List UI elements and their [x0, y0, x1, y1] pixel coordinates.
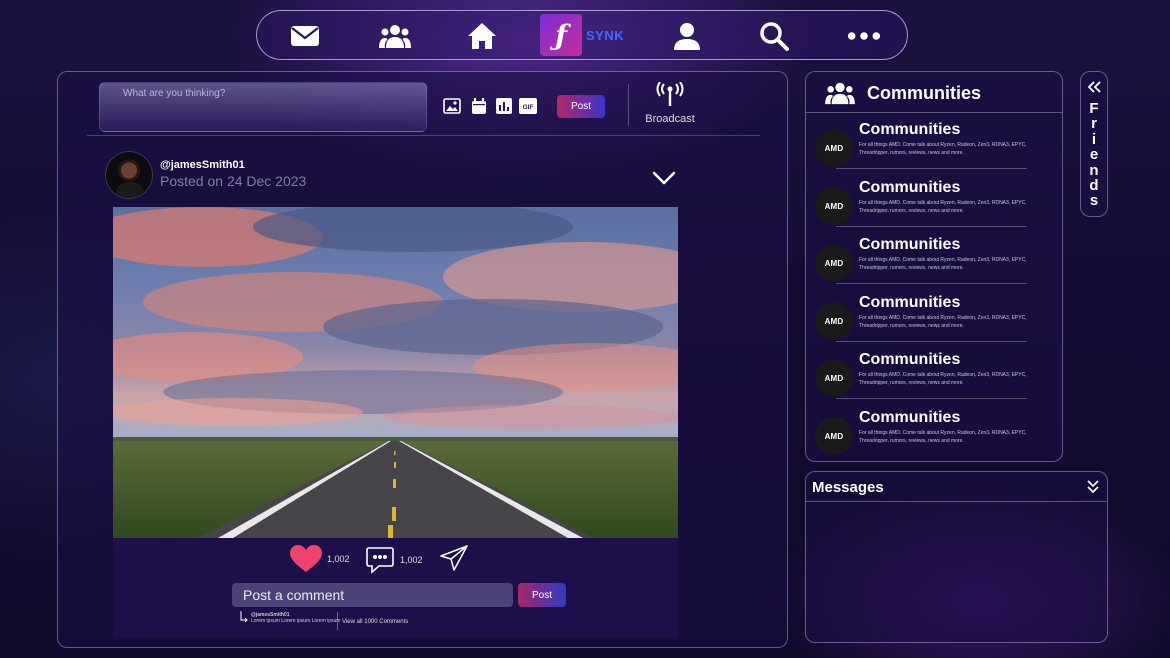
- community-description: For all things AMD. Come talk about Ryze…: [859, 315, 1027, 329]
- community-title: Communities: [859, 236, 961, 253]
- community-title: Communities: [859, 121, 961, 138]
- composer-divider: [628, 84, 629, 126]
- profile-icon[interactable]: [670, 19, 704, 53]
- home-icon[interactable]: [465, 19, 499, 53]
- community-description: For all things AMD. Come talk about Ryze…: [859, 200, 1027, 214]
- composer-placeholder: What are you thinking?: [123, 88, 226, 99]
- brand-name: SYNK: [586, 28, 625, 43]
- double-chevron-left-icon[interactable]: [1087, 80, 1101, 94]
- friends-letter: s: [1089, 192, 1099, 210]
- friends-letter: r: [1091, 115, 1097, 133]
- calendar-icon[interactable]: [470, 97, 488, 115]
- friends-letter: n: [1089, 161, 1099, 179]
- friends-letter: e: [1089, 146, 1099, 164]
- community-description: For all things AMD. Come talk about Ryze…: [859, 372, 1027, 386]
- community-item[interactable]: AMD Communities For all things AMD. Come…: [815, 351, 1055, 403]
- community-divider: [836, 283, 1027, 284]
- community-item[interactable]: AMD Communities For all things AMD. Come…: [815, 121, 1055, 173]
- broadcast-button[interactable]: Broadcast: [642, 81, 698, 125]
- reply-text: Lorem ipsum Lorem ipsum Lorem ipsum: [251, 618, 341, 624]
- amd-logo: AMD: [815, 417, 853, 455]
- view-all-comments-link[interactable]: View all 1000 Comments: [342, 619, 408, 625]
- community-item[interactable]: AMD Communities For all things AMD. Come…: [815, 179, 1055, 231]
- broadcast-icon: [656, 81, 684, 106]
- comment-bubble-icon: [366, 547, 394, 574]
- gif-icon[interactable]: GIF: [519, 97, 537, 115]
- community-title: Communities: [859, 351, 961, 368]
- broadcast-label: Broadcast: [645, 113, 695, 125]
- image-icon[interactable]: [443, 97, 461, 115]
- comment-post-button[interactable]: Post: [518, 583, 566, 607]
- communities-title: Communities: [867, 82, 982, 103]
- mail-icon[interactable]: [288, 19, 322, 53]
- community-divider: [836, 168, 1027, 169]
- post-image[interactable]: [113, 207, 678, 538]
- avatar[interactable]: [105, 151, 153, 199]
- community-item[interactable]: AMD Communities For all things AMD. Come…: [815, 236, 1055, 288]
- community-title: Communities: [859, 409, 961, 426]
- chevron-down-icon[interactable]: [652, 168, 676, 188]
- community-description: For all things AMD. Come talk about Ryze…: [859, 430, 1027, 444]
- comment-count: 1,002: [400, 555, 423, 565]
- heart-icon: [290, 545, 322, 572]
- gif-label: GIF: [523, 104, 534, 111]
- share-button[interactable]: [440, 545, 468, 571]
- friends-letter: d: [1089, 177, 1099, 195]
- post-username[interactable]: @jamesSmith01: [160, 159, 245, 171]
- amd-logo: AMD: [815, 302, 853, 340]
- community-divider: [836, 226, 1027, 227]
- friends-letter: i: [1091, 130, 1097, 148]
- amd-logo: AMD: [815, 129, 853, 167]
- community-title: Communities: [859, 179, 961, 196]
- community-description: For all things AMD. Come talk about Ryze…: [859, 142, 1027, 156]
- comment-input[interactable]: [232, 583, 513, 607]
- like-count: 1,002: [327, 554, 350, 564]
- synk-logo[interactable]: ƒ: [540, 14, 582, 56]
- like-button[interactable]: 1,002: [290, 545, 350, 573]
- amd-logo: AMD: [815, 187, 853, 225]
- feed-divider: [87, 135, 760, 136]
- messages-divider: [806, 501, 1107, 502]
- top-nav-bar: ƒ SYNK: [256, 10, 908, 60]
- composer-post-button[interactable]: Post: [557, 95, 605, 118]
- messages-panel: [805, 471, 1108, 643]
- reply-preview: @jamesSmith01 Lorem ipsum Lorem ipsum Lo…: [251, 612, 340, 624]
- users-icon[interactable]: [378, 19, 412, 53]
- amd-logo: AMD: [815, 359, 853, 397]
- community-item[interactable]: AMD Communities For all things AMD. Come…: [815, 294, 1055, 346]
- community-item[interactable]: AMD Communities For all things AMD. Come…: [815, 409, 1055, 461]
- community-divider: [836, 398, 1027, 399]
- users-icon: [825, 82, 855, 105]
- double-chevron-down-icon[interactable]: [1086, 479, 1100, 495]
- messages-title: Messages: [812, 479, 884, 496]
- send-icon: [440, 545, 468, 571]
- post-date: Posted on 24 Dec 2023: [160, 173, 307, 189]
- reply-divider: [337, 612, 338, 630]
- communities-header: Communities: [825, 80, 981, 106]
- post-composer[interactable]: What are you thinking?: [99, 82, 427, 132]
- search-icon[interactable]: [757, 19, 791, 53]
- poll-icon[interactable]: [495, 97, 513, 115]
- communities-divider: [806, 112, 1062, 113]
- community-description: For all things AMD. Come talk about Ryze…: [859, 257, 1027, 271]
- amd-logo: AMD: [815, 244, 853, 282]
- more-icon[interactable]: [847, 19, 881, 53]
- comment-button[interactable]: 1,002: [365, 546, 423, 574]
- community-title: Communities: [859, 294, 961, 311]
- community-divider: [836, 341, 1027, 342]
- reply-arrow-icon: [240, 611, 248, 623]
- friends-tab-label: F r i e n d s: [1082, 101, 1106, 209]
- friends-letter: F: [1089, 100, 1099, 117]
